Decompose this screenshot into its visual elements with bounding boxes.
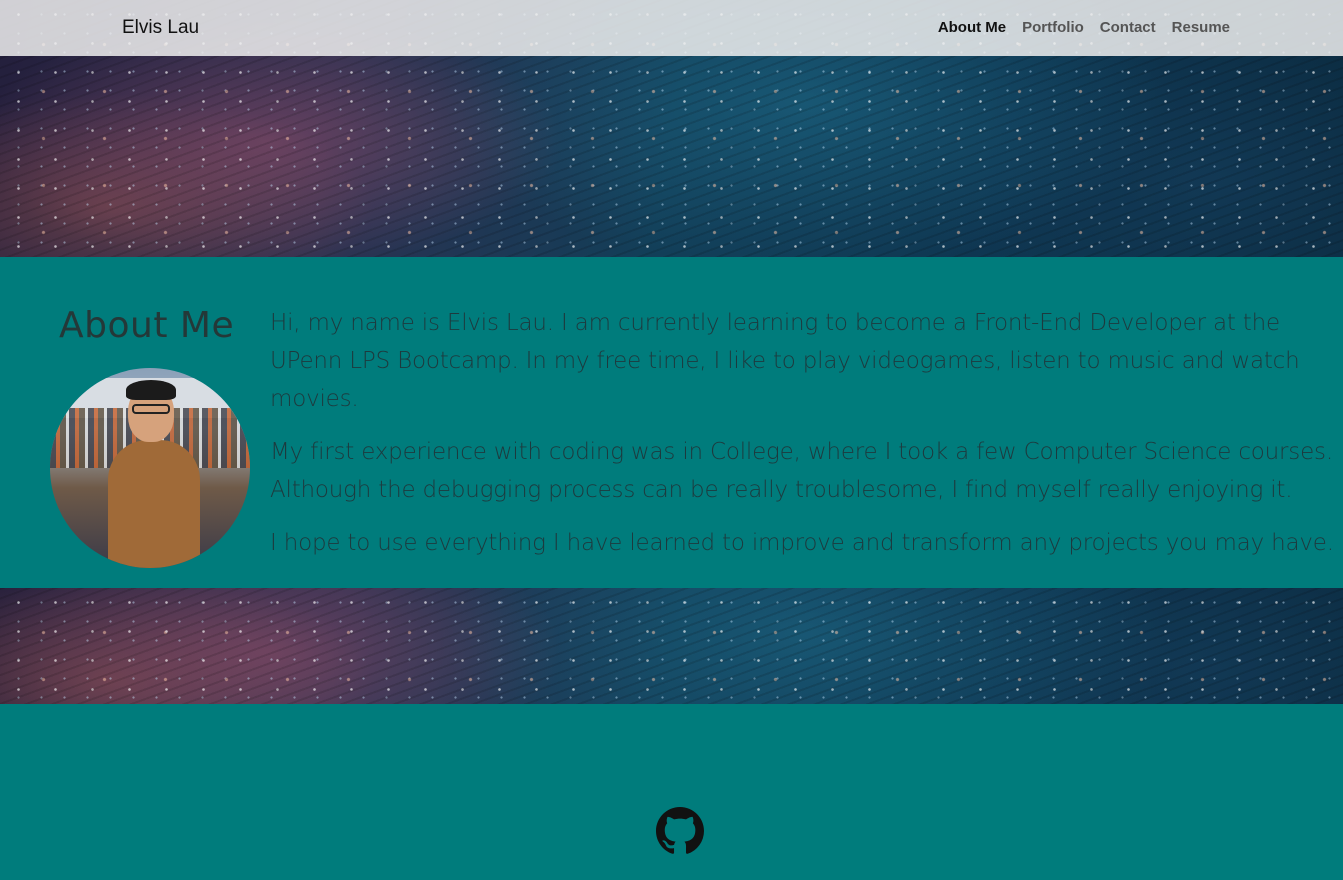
nav-links: About Me Portfolio Contact Resume [938,19,1230,36]
about-text: Hi, my name is Elvis Lau. I am currently… [270,304,1335,577]
background-band [0,588,1343,704]
brand-link[interactable]: Elvis Lau [122,17,199,39]
photo-person-glasses [132,404,170,414]
nav-link-resume[interactable]: Resume [1172,19,1230,36]
about-paragraph-1: Hi, my name is Elvis Lau. I am currently… [270,310,1300,412]
github-icon[interactable] [656,807,704,855]
footer [0,704,1343,880]
nav-link-portfolio[interactable]: Portfolio [1022,19,1084,36]
about-paragraph-3: I hope to use everything I have learned … [270,530,1334,556]
about-section: About Me Hi, my name is Elvis Lau. I am … [0,257,1343,588]
nav-link-about-me[interactable]: About Me [938,19,1006,36]
profile-photo [50,368,250,568]
photo-person-body [108,440,200,568]
about-paragraph-2: My first experience with coding was in C… [270,439,1333,503]
navbar: Elvis Lau About Me Portfolio Contact Res… [0,0,1343,56]
photo-person-hair [126,380,176,400]
about-title: About Me [59,305,235,346]
nav-link-contact[interactable]: Contact [1100,19,1156,36]
